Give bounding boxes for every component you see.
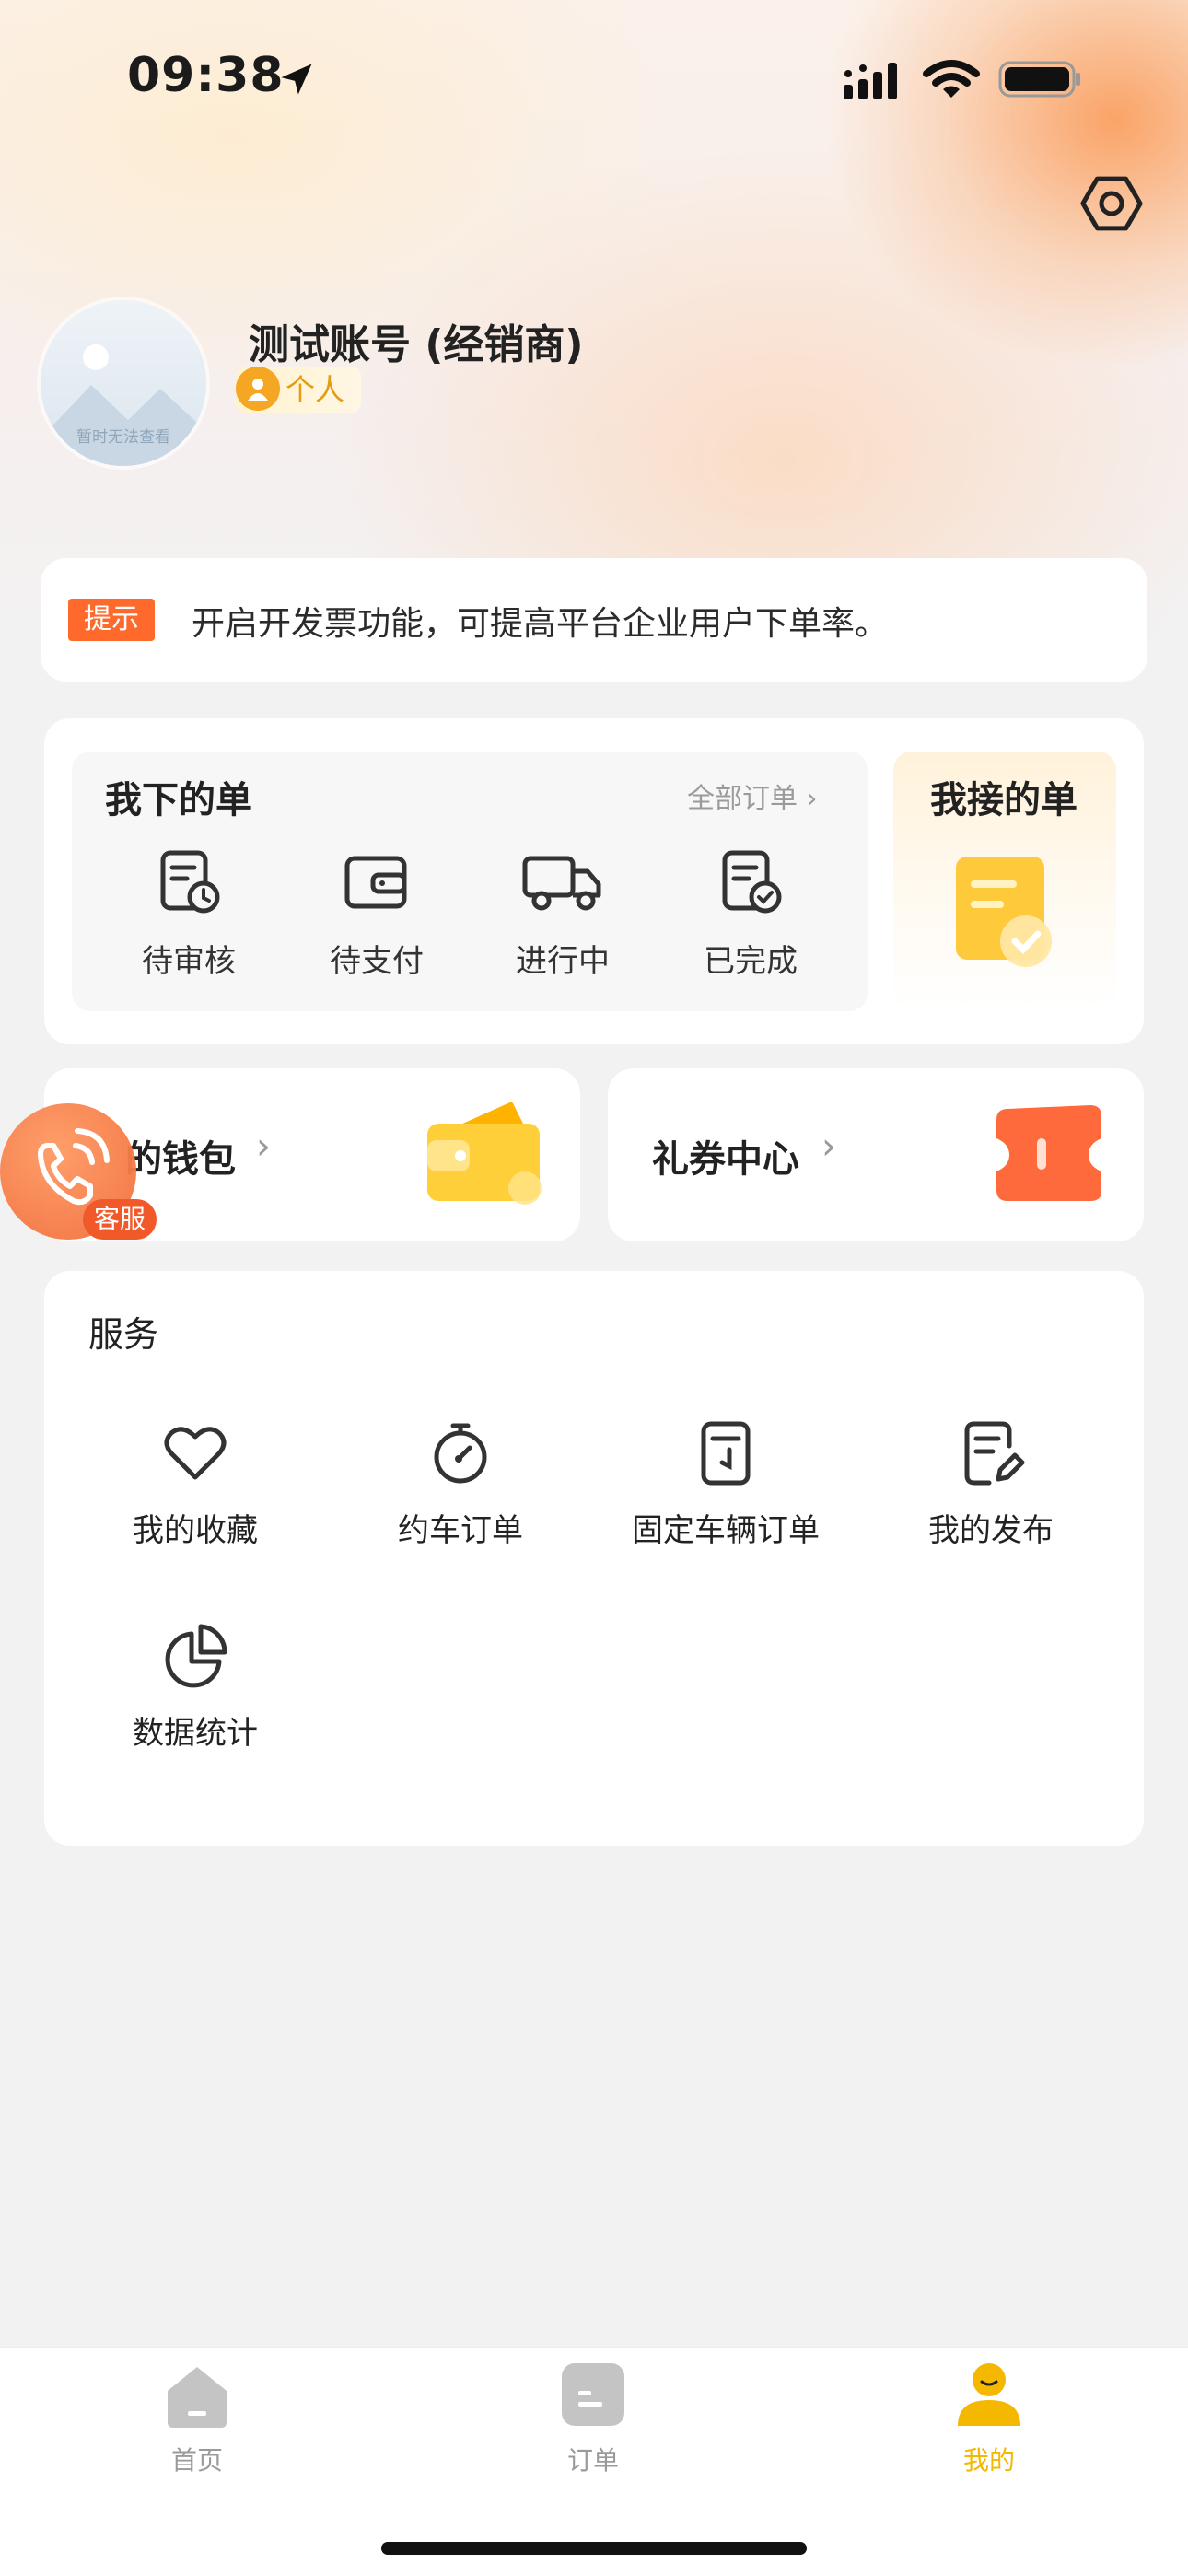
tab-mine[interactable]: 我的 bbox=[897, 2360, 1081, 2477]
wifi-icon bbox=[923, 60, 980, 98]
services-title: 服务 bbox=[88, 1314, 159, 1355]
tab-label: 首页 bbox=[170, 2445, 223, 2476]
service-fixed-vehicle-orders[interactable]: 固定车辆订单 bbox=[606, 1418, 845, 1550]
username: 测试账号 (经销商) bbox=[249, 321, 584, 368]
order-status-label: 待审核 bbox=[142, 943, 236, 980]
received-orders-title: 我接的单 bbox=[930, 779, 1077, 822]
location-arrow-icon bbox=[281, 64, 312, 95]
service-favorites[interactable]: 我的收藏 bbox=[76, 1418, 315, 1550]
order-status-label: 进行中 bbox=[516, 943, 610, 980]
settings-icon[interactable] bbox=[1079, 171, 1144, 236]
wallet-icon bbox=[344, 856, 407, 909]
customer-service-label: 客服 bbox=[83, 1199, 157, 1240]
tip-text: 开启开发票功能，可提高平台企业用户下单率。 bbox=[192, 605, 889, 643]
stopwatch-icon bbox=[434, 1423, 487, 1484]
avatar-placeholder-text: 暂时无法查看 bbox=[76, 428, 170, 447]
avatar[interactable]: 暂时无法查看 bbox=[41, 300, 206, 466]
order-icon bbox=[562, 2363, 624, 2426]
service-label: 我的发布 bbox=[928, 1512, 1054, 1549]
truck-icon bbox=[522, 856, 601, 911]
profile-icon bbox=[958, 2363, 1020, 2426]
chevron-right-icon: › bbox=[256, 1125, 271, 1168]
coupon-center-label: 礼券中心 bbox=[652, 1138, 799, 1181]
home-indicator bbox=[381, 2542, 807, 2555]
service-data-stats[interactable]: 数据统计 bbox=[76, 1621, 315, 1753]
status-time: 09:38 bbox=[127, 48, 285, 103]
order-status-pending-review[interactable]: 待审核 bbox=[111, 845, 267, 981]
chevron-right-icon: › bbox=[798, 783, 818, 815]
chevron-right-icon: › bbox=[821, 1125, 836, 1168]
order-status-label: 待支付 bbox=[330, 943, 424, 980]
heart-icon bbox=[164, 1427, 227, 1480]
order-status-label: 已完成 bbox=[704, 943, 798, 980]
person-icon bbox=[236, 367, 280, 411]
order-status-in-progress[interactable]: 进行中 bbox=[484, 845, 641, 981]
all-orders-label: 全部订单 bbox=[687, 783, 798, 815]
edit-doc-icon bbox=[964, 1421, 1025, 1486]
service-label: 约车订单 bbox=[398, 1512, 523, 1549]
order-status-pending-payment[interactable]: 待支付 bbox=[298, 845, 455, 981]
service-ride-orders[interactable]: 约车订单 bbox=[341, 1418, 580, 1550]
services-card bbox=[44, 1271, 1144, 1846]
tab-orders[interactable]: 订单 bbox=[501, 2360, 685, 2477]
tab-label: 订单 bbox=[566, 2445, 619, 2476]
tab-label: 我的 bbox=[962, 2445, 1015, 2476]
received-order-icon bbox=[956, 857, 1052, 967]
coupon-ticket-icon bbox=[996, 1105, 1101, 1201]
my-orders-title: 我下的单 bbox=[105, 779, 252, 822]
tab-home[interactable]: 首页 bbox=[105, 2360, 289, 2477]
wallet-illustration-icon bbox=[427, 1102, 542, 1205]
done-doc-icon bbox=[722, 850, 782, 914]
service-label: 数据统计 bbox=[133, 1715, 258, 1752]
review-doc-icon bbox=[160, 850, 220, 914]
service-my-posts[interactable]: 我的发布 bbox=[871, 1418, 1111, 1550]
all-orders-link[interactable]: 全部订单 › bbox=[687, 775, 818, 816]
tip-tag: 提示 bbox=[68, 599, 155, 641]
signal-icon bbox=[844, 63, 897, 99]
order-status-completed[interactable]: 已完成 bbox=[672, 845, 829, 981]
wallet-label: 的钱包 bbox=[125, 1138, 236, 1181]
battery-icon bbox=[998, 61, 1080, 98]
service-label: 固定车辆订单 bbox=[632, 1512, 820, 1549]
service-label: 我的收藏 bbox=[133, 1512, 258, 1549]
document-icon bbox=[701, 1421, 751, 1486]
pie-chart-icon bbox=[165, 1624, 227, 1688]
home-icon bbox=[168, 2367, 227, 2428]
